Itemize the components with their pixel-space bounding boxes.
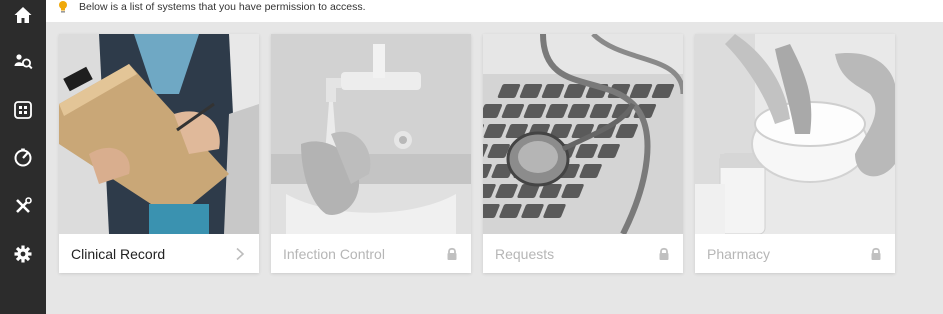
clinical-record-image [59, 34, 259, 234]
card-infection-control[interactable]: Infection Control [271, 34, 471, 273]
apps-grid-icon[interactable] [9, 96, 37, 124]
tools-icon[interactable] [9, 192, 37, 220]
lock-icon [659, 247, 669, 260]
requests-image [483, 34, 683, 234]
patient-search-icon[interactable] [9, 48, 37, 76]
home-icon[interactable] [9, 1, 37, 29]
lock-icon [447, 247, 457, 260]
card-pharmacy[interactable]: Pharmacy [695, 34, 895, 273]
card-requests[interactable]: Requests [483, 34, 683, 273]
chevron-right-icon [236, 247, 245, 261]
card-clinical-record[interactable]: Clinical Record [59, 34, 259, 273]
banner-message: Below is a list of systems that you have… [79, 1, 366, 13]
dashboard-gauge-icon[interactable] [9, 143, 37, 171]
card-label: Requests [495, 246, 555, 262]
sidebar [0, 0, 46, 314]
pharmacy-image [695, 34, 895, 234]
lock-icon [871, 247, 881, 260]
card-label: Infection Control [283, 246, 385, 262]
card-label: Pharmacy [707, 246, 771, 262]
settings-gear-icon[interactable] [9, 240, 37, 268]
lightbulb-icon [59, 1, 67, 13]
card-label: Clinical Record [71, 246, 166, 262]
info-banner: Below is a list of systems that you have… [46, 0, 943, 22]
infection-control-image [271, 34, 471, 234]
